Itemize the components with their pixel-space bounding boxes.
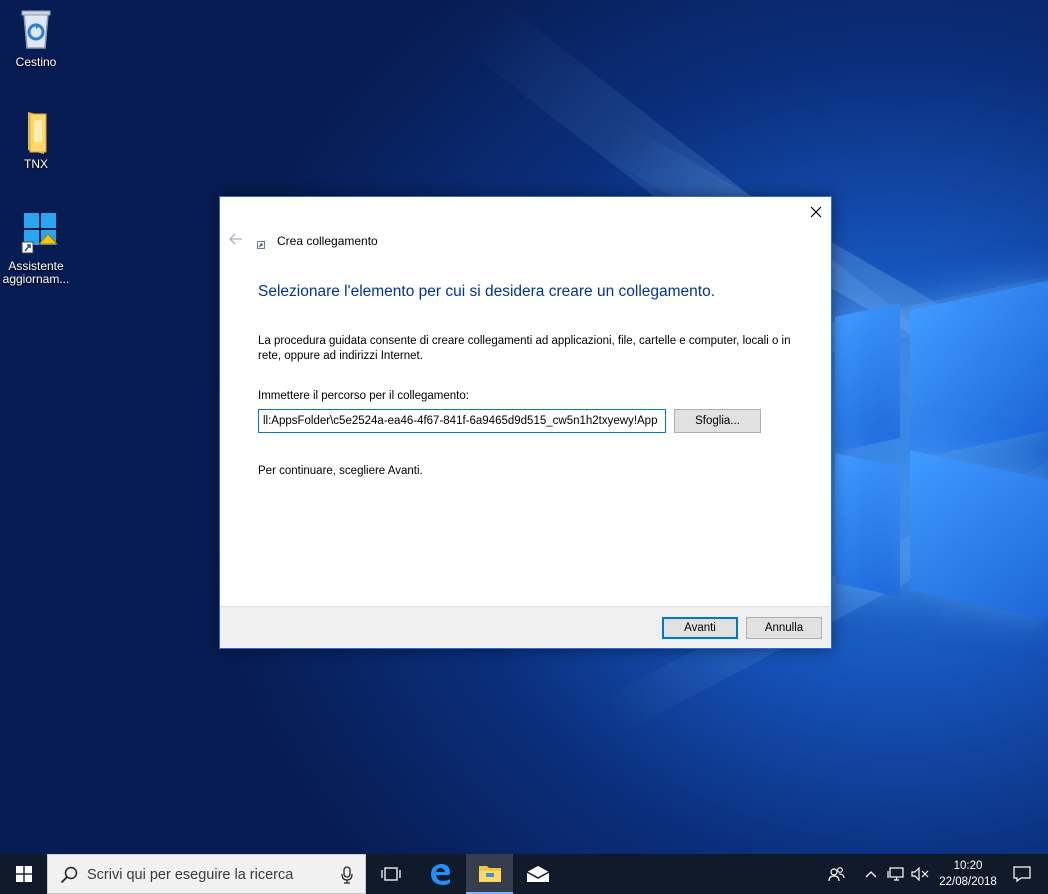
folder-icon [12,108,60,156]
file-explorer-button[interactable] [466,854,513,894]
taskbar-search-box[interactable]: Scrivi qui per eseguire la ricerca [47,854,366,894]
task-view-icon [380,867,401,881]
people-icon [828,867,845,882]
edge-button[interactable] [417,854,464,894]
continue-hint: Per continuare, scegliere Avanti. [258,465,423,477]
browse-button[interactable]: Sfoglia... [674,409,761,433]
back-arrow-button[interactable] [229,233,243,247]
windows-update-assistant-icon [12,210,60,258]
edge-icon [430,864,450,885]
show-hidden-icons-button[interactable] [860,854,882,894]
search-icon [60,866,78,884]
search-placeholder: Scrivi qui per eseguire la ricerca [87,867,294,883]
clock-date: 22/08/2018 [939,876,997,888]
close-icon [810,206,821,218]
desktop-icon-update-assistant[interactable]: Assistente aggiornam... [0,210,72,286]
dialog-heading: Selezionare l'elemento per cui si deside… [258,283,716,300]
dialog-description: La procedura guidata consente di creare … [258,335,791,362]
mail-icon [526,866,549,882]
next-button[interactable]: Avanti [662,617,738,639]
chevron-up-icon [865,871,877,878]
task-view-button[interactable] [367,854,414,894]
back-arrow-icon [229,233,242,245]
wallpaper-windows-logo [830,280,1048,630]
desktop-icon-label: Assistente aggiornam... [2,259,70,286]
recycle-bin-icon [12,6,60,54]
desktop-icon-tnx-folder[interactable]: TNX [0,108,72,171]
desktop-icon-label: Cestino [15,55,57,69]
cancel-button[interactable]: Annulla [746,617,822,639]
network-button[interactable] [884,854,908,894]
taskbar: Scrivi qui per eseguire la ricerca 10:20… [0,854,1048,894]
windows-start-icon [15,866,32,882]
network-icon [887,867,904,881]
desktop-background: Cestino TNX Assistente aggiornam... Crea… [0,0,1048,854]
microphone-icon[interactable] [341,866,353,884]
volume-muted-icon [911,867,929,881]
desktop-icon-label: TNX [24,157,48,171]
desktop-icon-recycle-bin[interactable]: Cestino [0,6,72,69]
dialog-title: Crea collegamento [277,234,378,248]
file-explorer-icon [478,866,501,882]
create-shortcut-dialog: Crea collegamento Selezionare l'elemento… [219,196,832,649]
dialog-footer: Avanti Annulla [220,606,831,648]
mail-button[interactable] [514,854,561,894]
taskbar-clock[interactable]: 10:20 22/08/2018 [932,858,1004,890]
path-field-label: Immettere il percorso per il collegament… [258,390,469,402]
people-button[interactable] [822,854,852,894]
close-button[interactable] [800,197,831,227]
start-button[interactable] [0,854,47,894]
shortcut-path-input[interactable] [258,409,666,433]
notification-icon [1013,866,1031,882]
clock-time: 10:20 [953,860,983,872]
shortcut-wizard-icon [257,238,265,249]
action-center-button[interactable] [1004,854,1040,894]
volume-button[interactable] [908,854,932,894]
